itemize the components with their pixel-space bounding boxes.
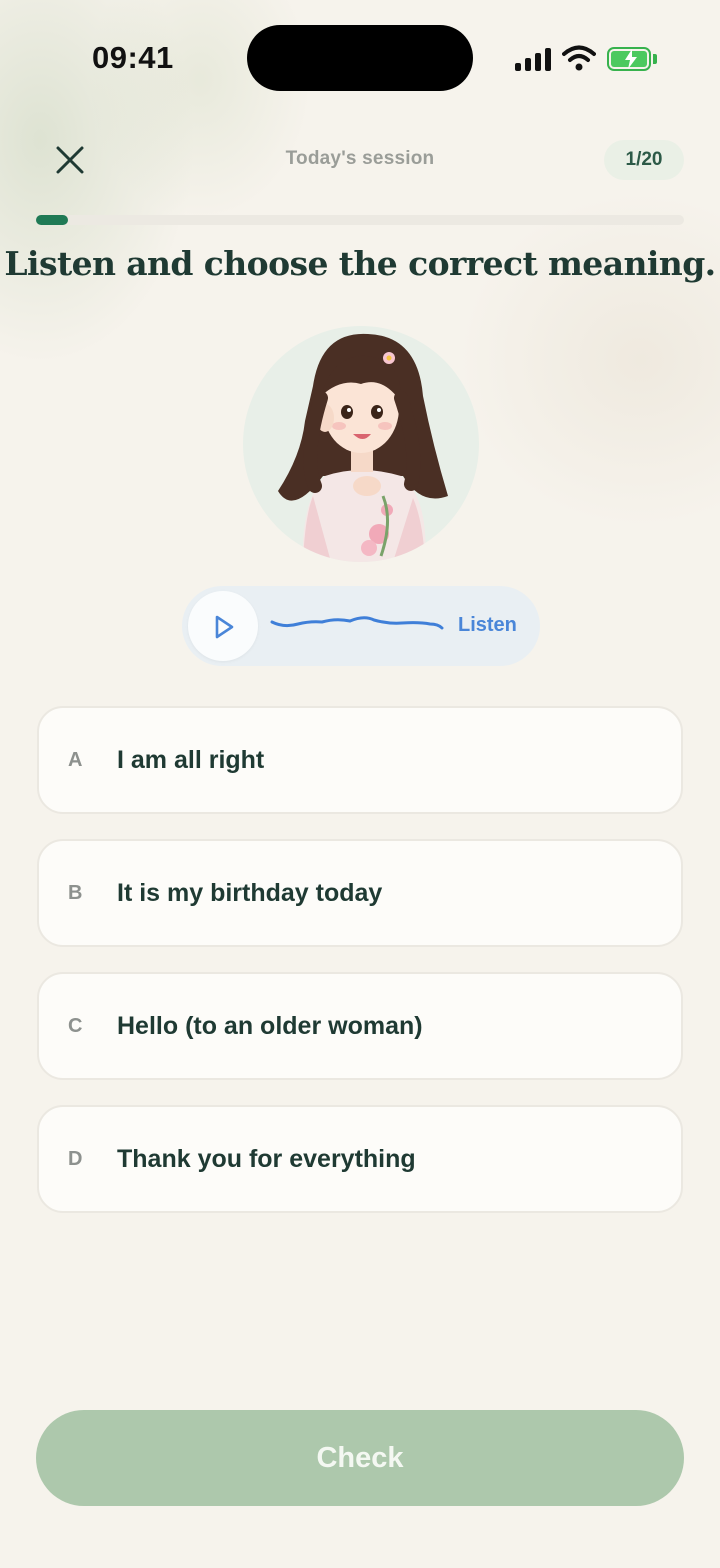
option-letter: B [68, 882, 83, 904]
option-letter: D [68, 1148, 83, 1170]
progress-fill [36, 215, 69, 225]
answer-option-b[interactable]: B It is my birthday today [37, 839, 683, 947]
tutor-avatar [243, 326, 479, 562]
answer-option-c[interactable]: C Hello (to an older woman) [37, 972, 683, 1080]
option-text: Hello (to an older woman) [117, 1012, 423, 1040]
option-text: I am all right [117, 746, 265, 774]
battery-tip [653, 54, 657, 64]
play-audio-button[interactable] [188, 591, 258, 661]
answer-option-d[interactable]: D Thank you for everything [37, 1105, 683, 1213]
progress-bar [36, 215, 684, 225]
audio-waveform [270, 616, 444, 630]
option-text: Thank you for everything [117, 1145, 416, 1173]
dynamic-island [247, 25, 473, 91]
cellular-signal-icon [515, 47, 553, 71]
option-text: It is my birthday today [117, 879, 383, 907]
audio-player: Listen [182, 586, 540, 666]
check-button[interactable]: Check [36, 1410, 684, 1506]
status-bar: 09:41 [0, 0, 720, 120]
status-time: 09:41 [92, 40, 174, 75]
listen-label[interactable]: Listen [458, 614, 517, 637]
question-counter-badge: 1/20 [604, 140, 684, 180]
option-letter: C [68, 1015, 83, 1037]
answer-option-a[interactable]: A I am all right [37, 706, 683, 814]
play-icon [215, 615, 234, 639]
wifi-icon [562, 45, 596, 71]
option-letter: A [68, 749, 83, 771]
battery-charging-icon [607, 47, 651, 71]
question-prompt: Listen and choose the correct meaning. [4, 244, 716, 283]
